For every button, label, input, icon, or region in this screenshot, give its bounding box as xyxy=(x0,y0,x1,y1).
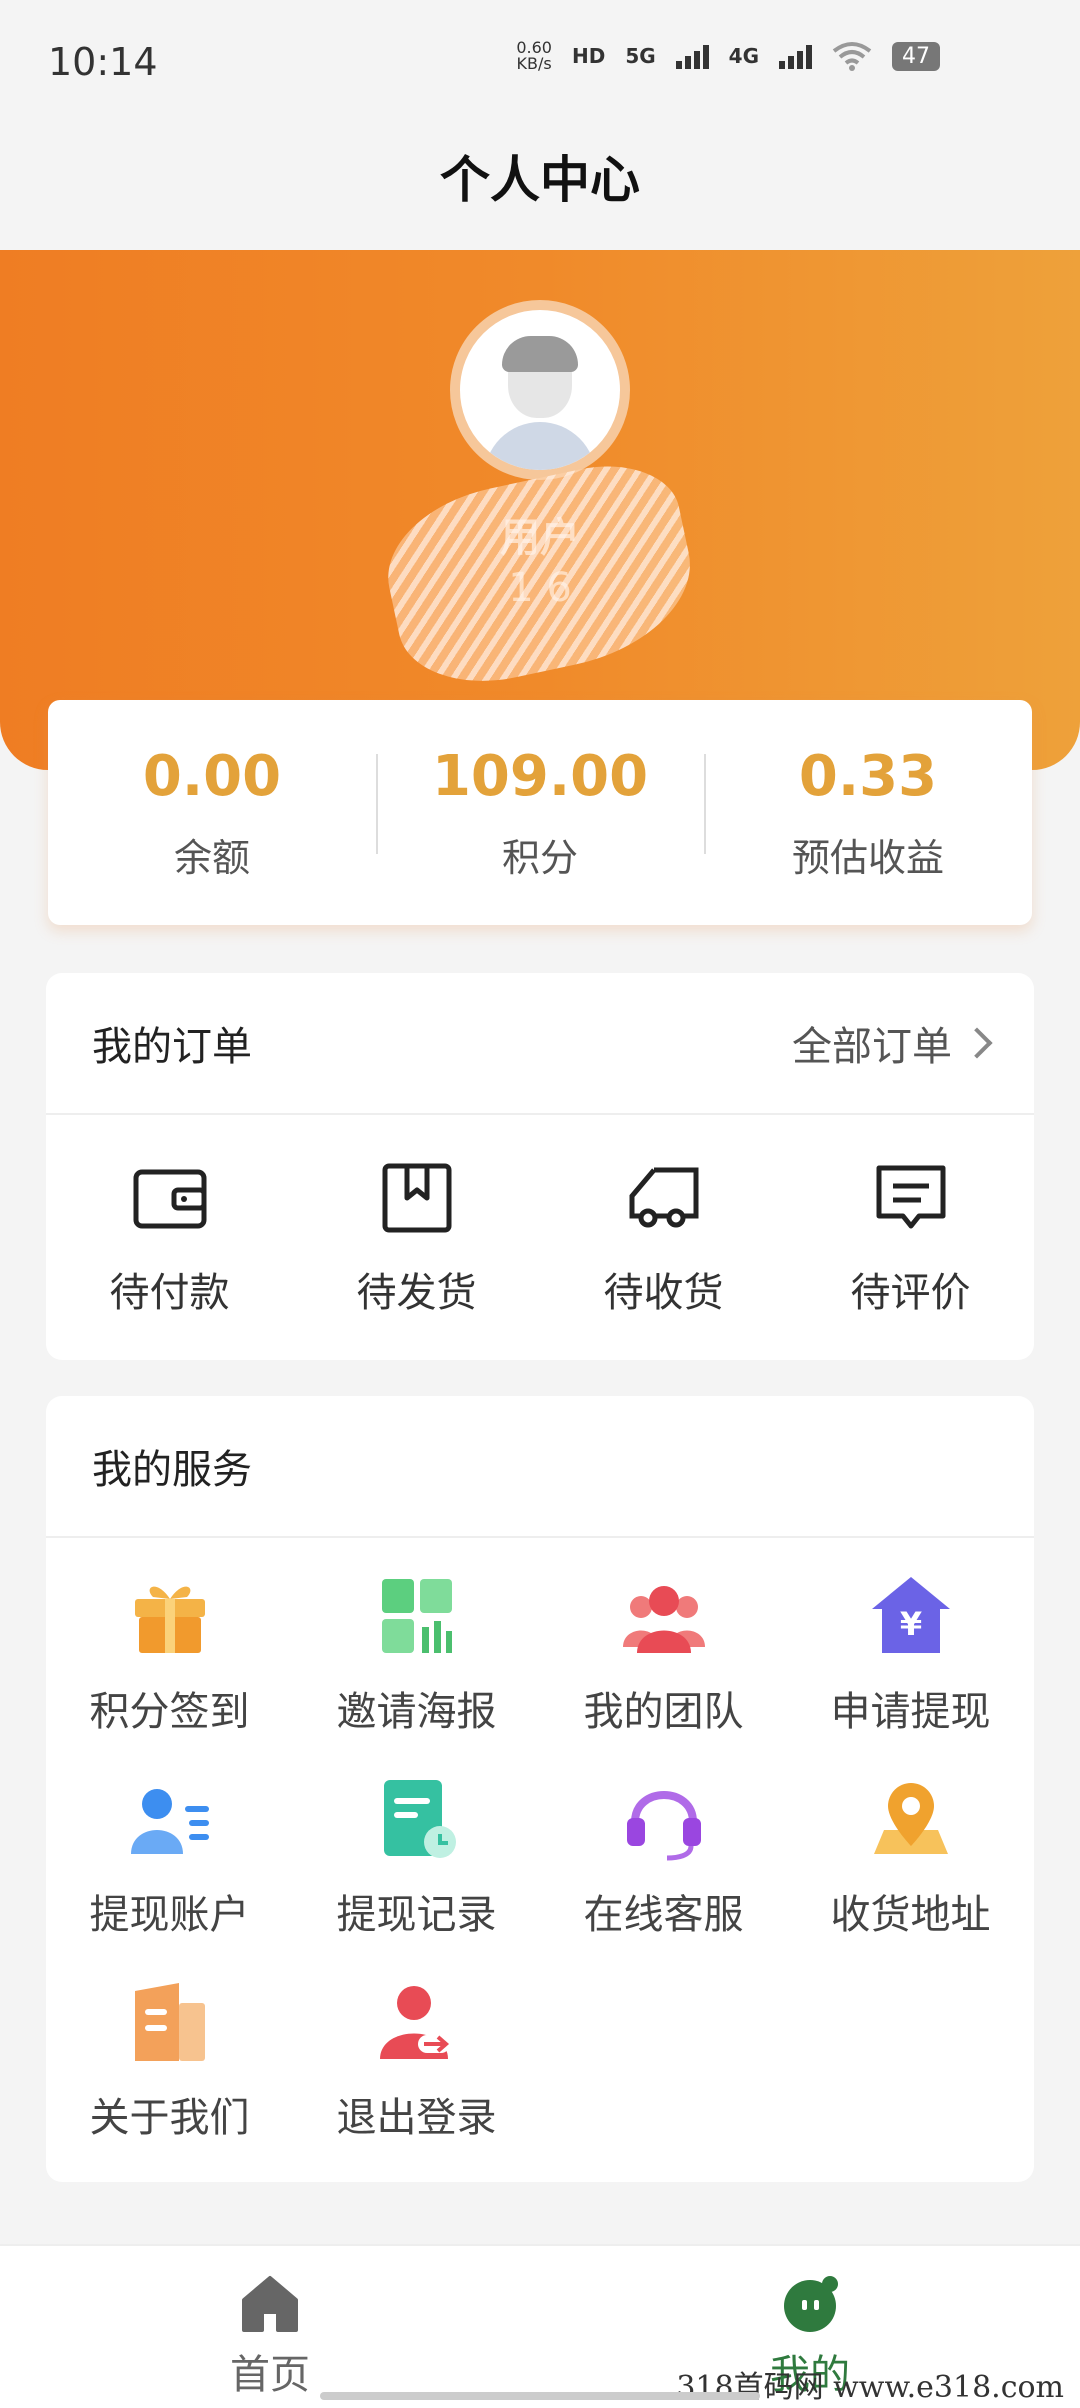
order-status-row: 待付款 待发货 待收货 待评价 xyxy=(46,1115,1034,1360)
stat-label: 余额 xyxy=(173,835,250,880)
wallet-icon xyxy=(133,1169,206,1228)
order-label: 待收货 xyxy=(603,1269,724,1316)
status-icons: 0.60 KB/s HD 5G 4G 47 xyxy=(516,40,940,72)
service-withdraw-records[interactable]: 提现记录 xyxy=(293,1776,540,1979)
orders-header: 我的订单 全部订单 xyxy=(46,973,1034,1115)
truck-icon xyxy=(629,1167,698,1227)
location-icon xyxy=(873,1783,948,1854)
order-pending-receipt[interactable]: 待收货 xyxy=(540,1158,787,1318)
wifi-icon xyxy=(832,42,872,71)
services-title: 我的服务 xyxy=(92,1447,252,1493)
building-icon xyxy=(134,1983,205,2061)
stat-value: 0.33 xyxy=(798,743,938,809)
orders-card: 我的订单 全部订单 待付款 待发货 待收货 待评价 xyxy=(46,973,1034,1360)
page-title: 个人中心 xyxy=(440,151,640,209)
avatar-hair xyxy=(502,336,578,372)
orders-title: 我的订单 xyxy=(92,1024,252,1070)
hd-indicator: HD xyxy=(571,44,606,68)
profile-face-icon xyxy=(784,2276,838,2332)
package-icon xyxy=(382,1163,451,1232)
order-label: 待付款 xyxy=(109,1269,230,1316)
service-invite-poster[interactable]: 邀请海报 xyxy=(293,1573,540,1776)
service-label: 提现记录 xyxy=(336,1892,497,1938)
service-label: 收货地址 xyxy=(830,1892,991,1938)
service-online-support[interactable]: 在线客服 xyxy=(540,1776,787,1979)
service-label: 关于我们 xyxy=(89,2095,250,2141)
status-bar: 10:14 0.60 KB/s HD 5G 4G 47 xyxy=(0,0,1080,120)
service-label: 邀请海报 xyxy=(336,1689,497,1735)
service-points-checkin[interactable]: 积分签到 xyxy=(46,1573,293,1776)
chevron-right-icon xyxy=(961,1027,993,1059)
logout-icon xyxy=(379,1986,450,2059)
stat-label: 积分 xyxy=(501,835,578,880)
status-time: 10:14 xyxy=(48,40,158,84)
stat-points[interactable]: 109.00 积分 xyxy=(376,744,704,882)
service-label: 积分签到 xyxy=(89,1689,250,1735)
stat-value: 109.00 xyxy=(431,743,649,809)
gift-icon xyxy=(134,1586,205,1653)
all-orders-link[interactable]: 全部订单 xyxy=(792,1014,993,1072)
headset-icon xyxy=(626,1791,701,1861)
record-icon xyxy=(383,1780,456,1858)
service-shipping-address[interactable]: 收货地址 xyxy=(787,1776,1034,1979)
service-apply-withdraw[interactable]: ¥ 申请提现 xyxy=(787,1573,1034,1776)
service-label: 退出登录 xyxy=(336,2095,497,2141)
signal-icon xyxy=(675,43,709,69)
signal-icon xyxy=(779,43,812,69)
order-pending-shipment[interactable]: 待发货 xyxy=(293,1158,540,1318)
services-card: 我的服务 积分签到 邀请海报 我的团队 ¥ 申请提现 提现账户 提现记录 在线客… xyxy=(46,1396,1034,2182)
avatar[interactable] xyxy=(450,300,630,480)
net-5g-label: 5G xyxy=(625,44,656,68)
order-label: 待发货 xyxy=(356,1269,477,1316)
bottom-tab-bar: 首页 我的 318首码网 www.e318.com xyxy=(0,2244,1080,2408)
service-my-team[interactable]: 我的团队 xyxy=(540,1573,787,1776)
tab-home[interactable]: 首页 xyxy=(0,2246,540,2408)
services-header: 我的服务 xyxy=(46,1396,1034,1538)
yuan-house-icon: ¥ xyxy=(871,1577,950,1653)
home-indicator[interactable] xyxy=(320,2392,760,2400)
stat-balance[interactable]: 0.00 余额 xyxy=(48,744,376,882)
net-4g-label: 4G xyxy=(728,44,759,68)
service-label: 我的团队 xyxy=(583,1689,744,1735)
battery-icon: 47 xyxy=(892,41,940,71)
service-about-us[interactable]: 关于我们 xyxy=(46,1979,293,2182)
order-pending-payment[interactable]: 待付款 xyxy=(46,1158,293,1318)
stat-label: 预估收益 xyxy=(791,835,944,880)
service-label: 申请提现 xyxy=(830,1689,991,1735)
service-label: 在线客服 xyxy=(583,1892,744,1938)
team-icon xyxy=(622,1586,705,1653)
stat-estimated-earnings[interactable]: 0.33 预估收益 xyxy=(704,744,1032,882)
order-pending-review[interactable]: 待评价 xyxy=(787,1158,1034,1318)
speed-unit: KB/s xyxy=(516,54,552,73)
poster-grid-icon xyxy=(381,1579,452,1653)
service-logout[interactable]: 退出登录 xyxy=(293,1979,540,2182)
service-withdraw-account[interactable]: 提现账户 xyxy=(46,1776,293,1979)
order-label: 待评价 xyxy=(850,1269,971,1316)
profile-header: 用户 1 6 xyxy=(0,250,1080,770)
account-icon xyxy=(130,1789,209,1854)
network-speed: 0.60 KB/s xyxy=(516,40,552,72)
stats-card: 0.00 余额 109.00 积分 0.33 预估收益 xyxy=(48,700,1032,925)
stat-value: 0.00 xyxy=(142,743,282,809)
comment-icon xyxy=(876,1165,945,1228)
all-orders-label: 全部订单 xyxy=(792,1024,952,1070)
title-bar: 个人中心 xyxy=(0,120,1080,250)
redaction-scribble xyxy=(373,450,707,700)
svg-text:¥: ¥ xyxy=(899,1605,921,1643)
service-label: 提现账户 xyxy=(89,1892,250,1938)
services-grid: 积分签到 邀请海报 我的团队 ¥ 申请提现 提现账户 提现记录 在线客服 收货地… xyxy=(46,1538,1034,2182)
home-icon xyxy=(242,2276,298,2332)
